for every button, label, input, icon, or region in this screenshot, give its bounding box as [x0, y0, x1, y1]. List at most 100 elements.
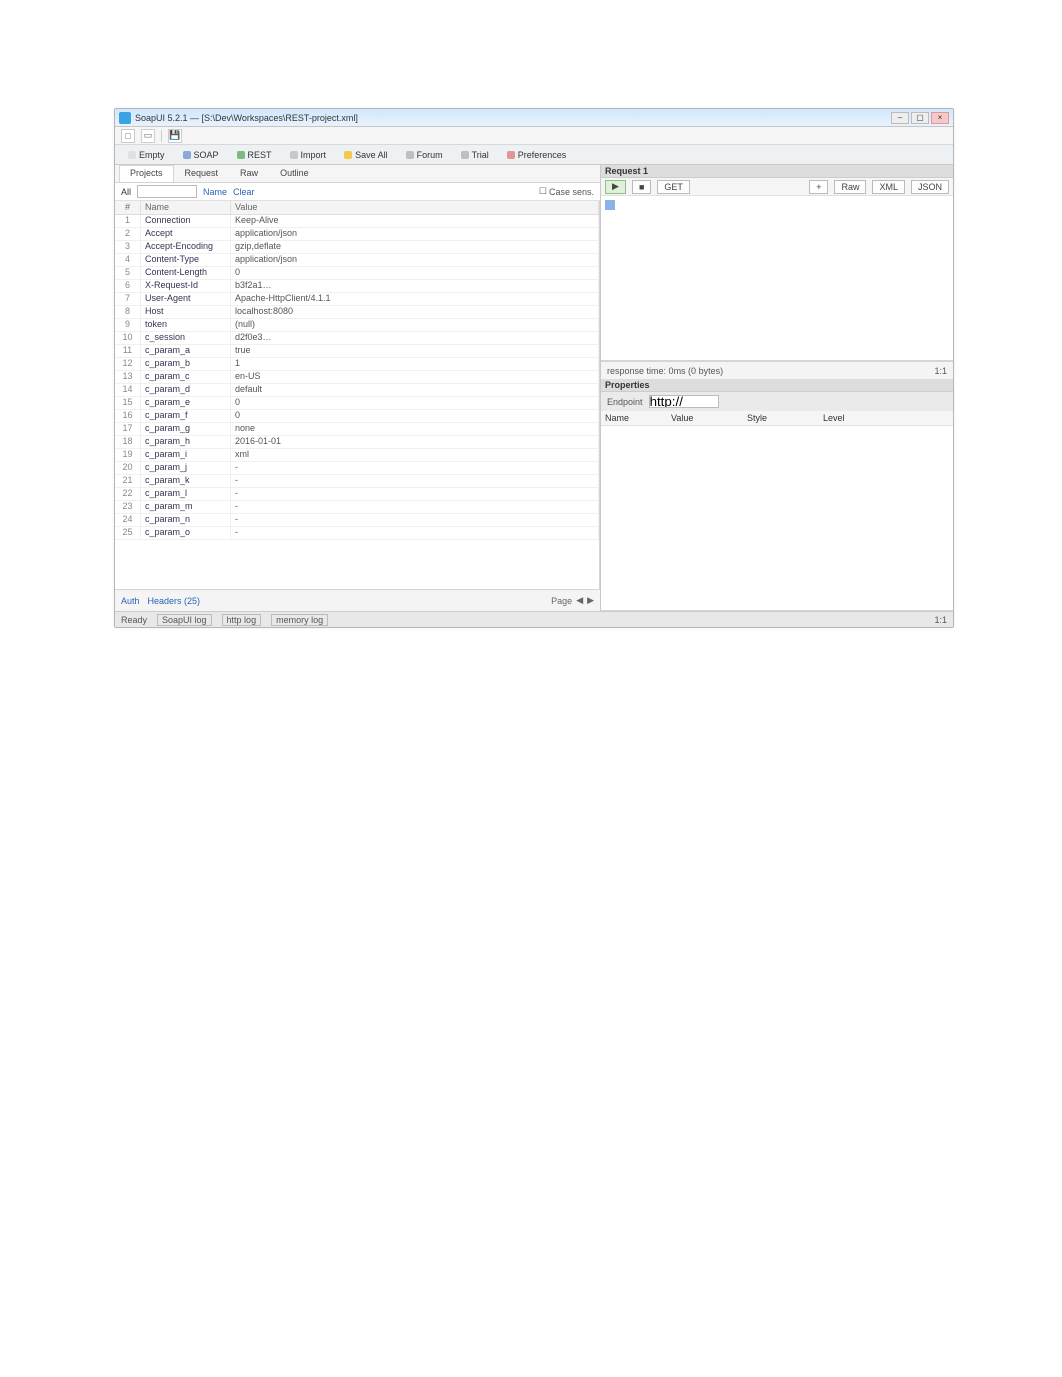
cell-name: c_param_f: [141, 410, 231, 422]
ribbon-label: REST: [248, 150, 272, 160]
table-row[interactable]: 4Content-Typeapplication/json: [115, 254, 599, 267]
status-memory-log[interactable]: memory log: [271, 614, 328, 626]
cell-name: c_param_o: [141, 527, 231, 539]
status-soapui-log[interactable]: SoapUI log: [157, 614, 212, 626]
endpoint-input[interactable]: [649, 395, 719, 408]
pager-next-icon[interactable]: ▶: [587, 595, 594, 606]
cell-name: Connection: [141, 215, 231, 227]
table-row[interactable]: 11c_param_atrue: [115, 345, 599, 358]
table-row[interactable]: 21c_param_k-: [115, 475, 599, 488]
prop-col-level[interactable]: Level: [823, 413, 949, 423]
json-tab[interactable]: JSON: [911, 180, 949, 194]
save-button[interactable]: 💾: [168, 129, 182, 143]
col-value[interactable]: Value: [231, 201, 599, 214]
request-body-editor[interactable]: [601, 196, 953, 361]
table-row[interactable]: 22c_param_l-: [115, 488, 599, 501]
table-row[interactable]: 18c_param_h2016-01-01: [115, 436, 599, 449]
table-row[interactable]: 20c_param_j-: [115, 462, 599, 475]
table-row[interactable]: 17c_param_gnone: [115, 423, 599, 436]
cell-name: c_param_c: [141, 371, 231, 383]
ribbon-tab-save-all[interactable]: Save All: [335, 145, 397, 164]
sort-dropdown[interactable]: Name: [203, 187, 227, 197]
cell-index: 11: [115, 345, 141, 357]
cell-index: 7: [115, 293, 141, 305]
table-row[interactable]: 2Acceptapplication/json: [115, 228, 599, 241]
raw-tab[interactable]: Raw: [834, 180, 866, 194]
ribbon-tab-trial[interactable]: Trial: [452, 145, 498, 164]
col-name[interactable]: Name: [141, 201, 231, 214]
cell-index: 1: [115, 215, 141, 227]
cell-value: application/json: [231, 228, 599, 240]
ribbon-tab-forum[interactable]: Forum: [397, 145, 452, 164]
table-row[interactable]: 24c_param_n-: [115, 514, 599, 527]
parameters-grid[interactable]: # Name Value 1ConnectionKeep-Alive2Accep…: [115, 201, 600, 589]
table-row[interactable]: 9token(null): [115, 319, 599, 332]
tab-raw[interactable]: Raw: [229, 165, 269, 182]
table-row[interactable]: 7User-AgentApache-HttpClient/4.1.1: [115, 293, 599, 306]
cell-name: c_param_e: [141, 397, 231, 409]
request-footer: response time: 0ms (0 bytes) 1:1: [601, 361, 953, 379]
run-request-button[interactable]: ▶: [605, 180, 626, 194]
table-row[interactable]: 16c_param_f0: [115, 410, 599, 423]
cell-name: c_param_d: [141, 384, 231, 396]
request-toolbar: ▶ ■ GET + Raw XML JSON: [601, 178, 953, 196]
table-row[interactable]: 23c_param_m-: [115, 501, 599, 514]
prop-col-style[interactable]: Style: [747, 413, 817, 423]
tab-projects[interactable]: Projects: [119, 165, 174, 182]
ribbon-label: Save All: [355, 150, 388, 160]
rest-icon: [237, 151, 245, 159]
close-button[interactable]: ×: [931, 112, 949, 124]
table-row[interactable]: 19c_param_ixml: [115, 449, 599, 462]
table-row[interactable]: 3Accept-Encodinggzip,deflate: [115, 241, 599, 254]
stop-request-button[interactable]: ■: [632, 180, 651, 194]
maximize-button[interactable]: ▢: [911, 112, 929, 124]
pager-prev-icon[interactable]: ◀: [576, 595, 583, 606]
ribbon-tab-soap[interactable]: SOAP: [174, 145, 228, 164]
filter-input[interactable]: [137, 185, 197, 198]
table-row[interactable]: 14c_param_ddefault: [115, 384, 599, 397]
auth-link[interactable]: Auth: [121, 596, 140, 606]
cell-name: Accept: [141, 228, 231, 240]
open-button[interactable]: ▭: [141, 129, 155, 143]
headers-link[interactable]: Headers (25): [148, 596, 201, 606]
empty-icon: [128, 151, 136, 159]
prop-col-name[interactable]: Name: [605, 413, 665, 423]
table-row[interactable]: 12c_param_b1: [115, 358, 599, 371]
col-index[interactable]: #: [115, 201, 141, 214]
cell-index: 16: [115, 410, 141, 422]
cell-name: token: [141, 319, 231, 331]
ribbon: Empty SOAP REST Import Save All Forum: [115, 145, 953, 165]
pager-label: Page: [551, 596, 572, 606]
left-bottom-bar: Auth Headers (25) Page ◀ ▶: [115, 589, 600, 611]
prop-col-value[interactable]: Value: [671, 413, 741, 423]
properties-columns: Name Value Style Level: [601, 411, 953, 426]
minimize-button[interactable]: –: [891, 112, 909, 124]
table-row[interactable]: 13c_param_cen-US: [115, 371, 599, 384]
app-icon: [119, 112, 131, 124]
ribbon-tab-rest[interactable]: REST: [228, 145, 281, 164]
new-button[interactable]: □: [121, 129, 135, 143]
method-dropdown[interactable]: GET: [657, 180, 690, 194]
table-row[interactable]: 5Content-Length0: [115, 267, 599, 280]
cell-value: 1: [231, 358, 599, 370]
status-http-log[interactable]: http log: [222, 614, 262, 626]
ribbon-tab-preferences[interactable]: Preferences: [498, 145, 576, 164]
tab-request[interactable]: Request: [174, 165, 230, 182]
case-sensitive-checkbox[interactable]: ☐ Case sens.: [539, 186, 594, 197]
table-row[interactable]: 15c_param_e0: [115, 397, 599, 410]
ribbon-tab-import[interactable]: Import: [281, 145, 336, 164]
xml-tab[interactable]: XML: [872, 180, 905, 194]
add-button[interactable]: +: [809, 180, 828, 194]
app-window: SoapUI 5.2.1 — [S:\Dev\Workspaces\REST-p…: [114, 108, 954, 628]
cell-value: 0: [231, 267, 599, 279]
table-row[interactable]: 10c_sessiond2f0e3…: [115, 332, 599, 345]
properties-grid[interactable]: [601, 426, 953, 611]
table-row[interactable]: 1ConnectionKeep-Alive: [115, 215, 599, 228]
table-row[interactable]: 25c_param_o-: [115, 527, 599, 540]
table-row[interactable]: 6X-Request-Idb3f2a1…: [115, 280, 599, 293]
tab-outline[interactable]: Outline: [269, 165, 320, 182]
table-row[interactable]: 8Hostlocalhost:8080: [115, 306, 599, 319]
cell-index: 13: [115, 371, 141, 383]
ribbon-tab-empty[interactable]: Empty: [119, 145, 174, 164]
clear-filter-link[interactable]: Clear: [233, 187, 255, 197]
